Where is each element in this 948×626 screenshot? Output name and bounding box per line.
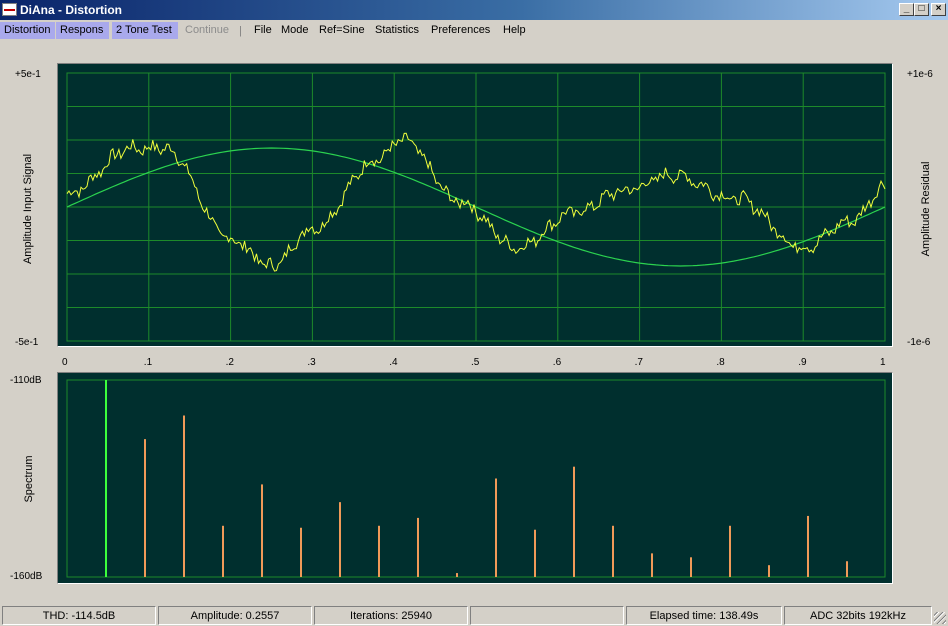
menu-statistics[interactable]: Statistics [371, 22, 423, 39]
menu-file[interactable]: File [250, 22, 276, 39]
waveform-plot [57, 63, 893, 347]
spectrum-svg [66, 379, 886, 578]
x-tick-label: 1 [880, 357, 886, 368]
menu-ref-sine[interactable]: Ref=Sine [315, 22, 369, 39]
maximize-button[interactable]: □ [914, 3, 929, 16]
upper-right-max-label: +1e-6 [907, 69, 933, 80]
x-tick-label: .6 [552, 357, 562, 368]
spectrum-bottom-label: -160dB [10, 571, 43, 582]
menu-separator: | [239, 25, 242, 37]
x-tick-label: .9 [798, 357, 807, 368]
x-tick-label: .3 [307, 357, 316, 368]
menu-help[interactable]: Help [499, 22, 530, 39]
continue-button[interactable]: Continue [181, 22, 233, 39]
tool-distortion[interactable]: Distortion [0, 22, 55, 39]
spectrum-axis-label: Spectrum [23, 455, 35, 503]
menu-preferences[interactable]: Preferences [427, 22, 494, 39]
title-bar: DiAna - Distortion _ □ × [0, 0, 948, 20]
x-tick-label: 0 [62, 357, 68, 368]
status-amplitude: Amplitude: 0.2557 [158, 606, 312, 625]
x-tick-label: .4 [389, 357, 398, 368]
app-icon [2, 3, 17, 16]
tool-2-tone-test[interactable]: 2 Tone Test [112, 22, 178, 39]
spectrum-border [66, 379, 886, 578]
window-title: DiAna - Distortion [20, 3, 122, 17]
x-tick-label: .5 [471, 357, 480, 368]
status-iterations: Iterations: 25940 [314, 606, 468, 625]
minimize-button[interactable]: _ [899, 3, 914, 16]
tool-respons[interactable]: Respons [56, 22, 109, 39]
upper-left-min-label: -5e-1 [15, 337, 39, 348]
status-thd: THD: -114.5dB [2, 606, 156, 625]
right-axis-label: Amplitude Residual [920, 161, 932, 257]
status-bar: THD: -114.5dB Amplitude: 0.2557 Iteratio… [0, 604, 948, 626]
status-adc: ADC 32bits 192kHz [784, 606, 932, 625]
x-tick-label: .1 [143, 357, 153, 368]
menu-mode[interactable]: Mode [277, 22, 313, 39]
menu-bar: Distortion Respons 2 Tone Test Continue … [0, 21, 948, 40]
status-blank [470, 606, 624, 625]
waveform-svg [66, 72, 886, 342]
resize-grip[interactable] [934, 612, 946, 624]
status-elapsed: Elapsed time: 138.49s [626, 606, 782, 625]
spectrum-top-label: -110dB [10, 375, 42, 386]
x-tick-label: .8 [716, 357, 725, 368]
x-tick-label: .2 [225, 357, 234, 368]
spectrum-plot [57, 372, 893, 584]
upper-right-min-label: -1e-6 [907, 337, 931, 348]
upper-left-max-label: +5e-1 [15, 69, 41, 80]
close-button[interactable]: × [931, 3, 946, 16]
x-tick-label: .7 [634, 357, 643, 368]
left-axis-label: Amplitude Input Signal [22, 153, 34, 265]
